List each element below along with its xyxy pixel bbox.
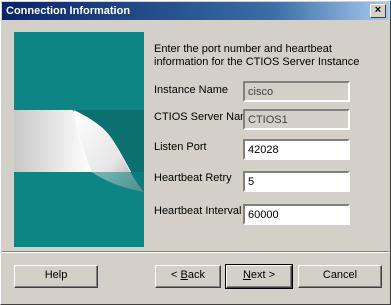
instance-name-field: cisco [243,81,350,102]
instance-name-label: Instance Name [154,84,228,96]
wizard-banner-graphic [14,32,144,247]
heartbeat-retry-input[interactable]: 5 [243,171,350,192]
heartbeat-retry-label: Heartbeat Retry [154,172,232,184]
instructions-text: Enter the port number and heartbeat info… [154,43,360,68]
help-button-label: Help [44,269,68,281]
server-name-label: CTIOS Server Name [154,111,256,123]
cancel-button-label: Cancel [322,269,358,281]
cancel-button[interactable]: Cancel [298,265,382,288]
back-button[interactable]: < Back [155,265,221,288]
next-button[interactable]: Next > [225,264,293,289]
next-button-label: Next > [242,269,276,281]
window-title: Connection Information [6,5,131,17]
heartbeat-interval-input[interactable]: 60000 [243,204,350,225]
listen-port-input[interactable]: 42028 [243,139,350,160]
back-button-label: < Back [171,269,205,281]
close-button[interactable]: × [370,4,386,18]
listen-port-label: Listen Port [154,141,207,153]
close-icon: × [374,4,382,16]
wizard-banner-image [14,32,144,247]
heartbeat-interval-label: Heartbeat Interval [154,205,242,217]
title-bar[interactable]: Connection Information × [2,2,389,20]
connection-information-dialog: Connection Information × Enter the port … [0,0,391,305]
button-separator [2,251,389,253]
server-name-field: CTIOS1 [243,109,350,130]
help-button[interactable]: Help [14,265,98,288]
